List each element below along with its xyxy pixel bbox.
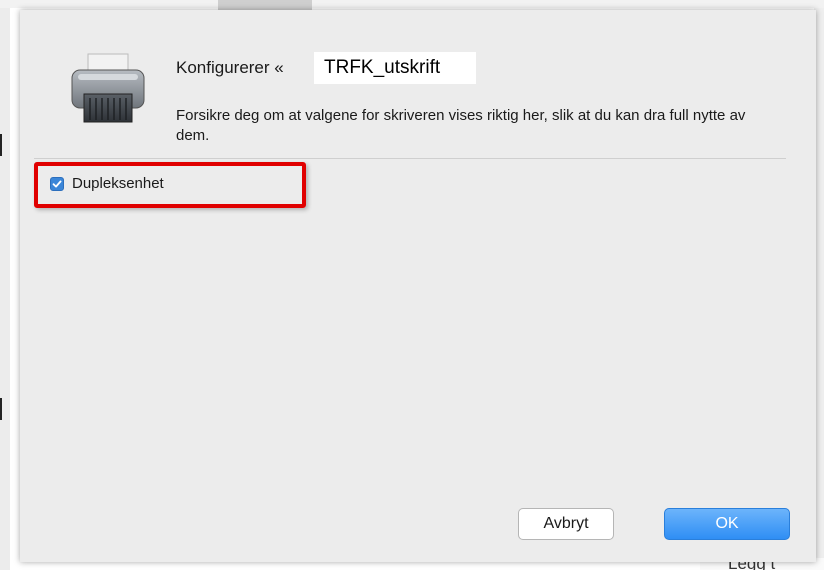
printer-icon	[68, 50, 148, 130]
background-text-fragment	[0, 398, 2, 420]
cancel-button[interactable]: Avbryt	[518, 508, 614, 540]
divider	[34, 158, 786, 159]
duplex-label: Dupleksenhet	[72, 175, 164, 192]
ok-button[interactable]: OK	[664, 508, 790, 540]
background-window-top	[0, 0, 824, 8]
printer-name: TRFK_utskrift	[314, 52, 476, 84]
checkmark-icon	[52, 180, 62, 188]
background-window-left	[0, 8, 10, 570]
duplex-checkbox[interactable]	[50, 177, 64, 191]
dialog-title: Konfigurerer «	[176, 58, 284, 77]
background-toolbar-tab	[218, 0, 312, 10]
dialog-description: Forsikre deg om at valgene for skriveren…	[176, 107, 746, 144]
background-text-fragment	[0, 134, 2, 156]
printer-config-dialog: Konfigurerer « TRFK_utskrift Forsikre de…	[20, 10, 816, 562]
